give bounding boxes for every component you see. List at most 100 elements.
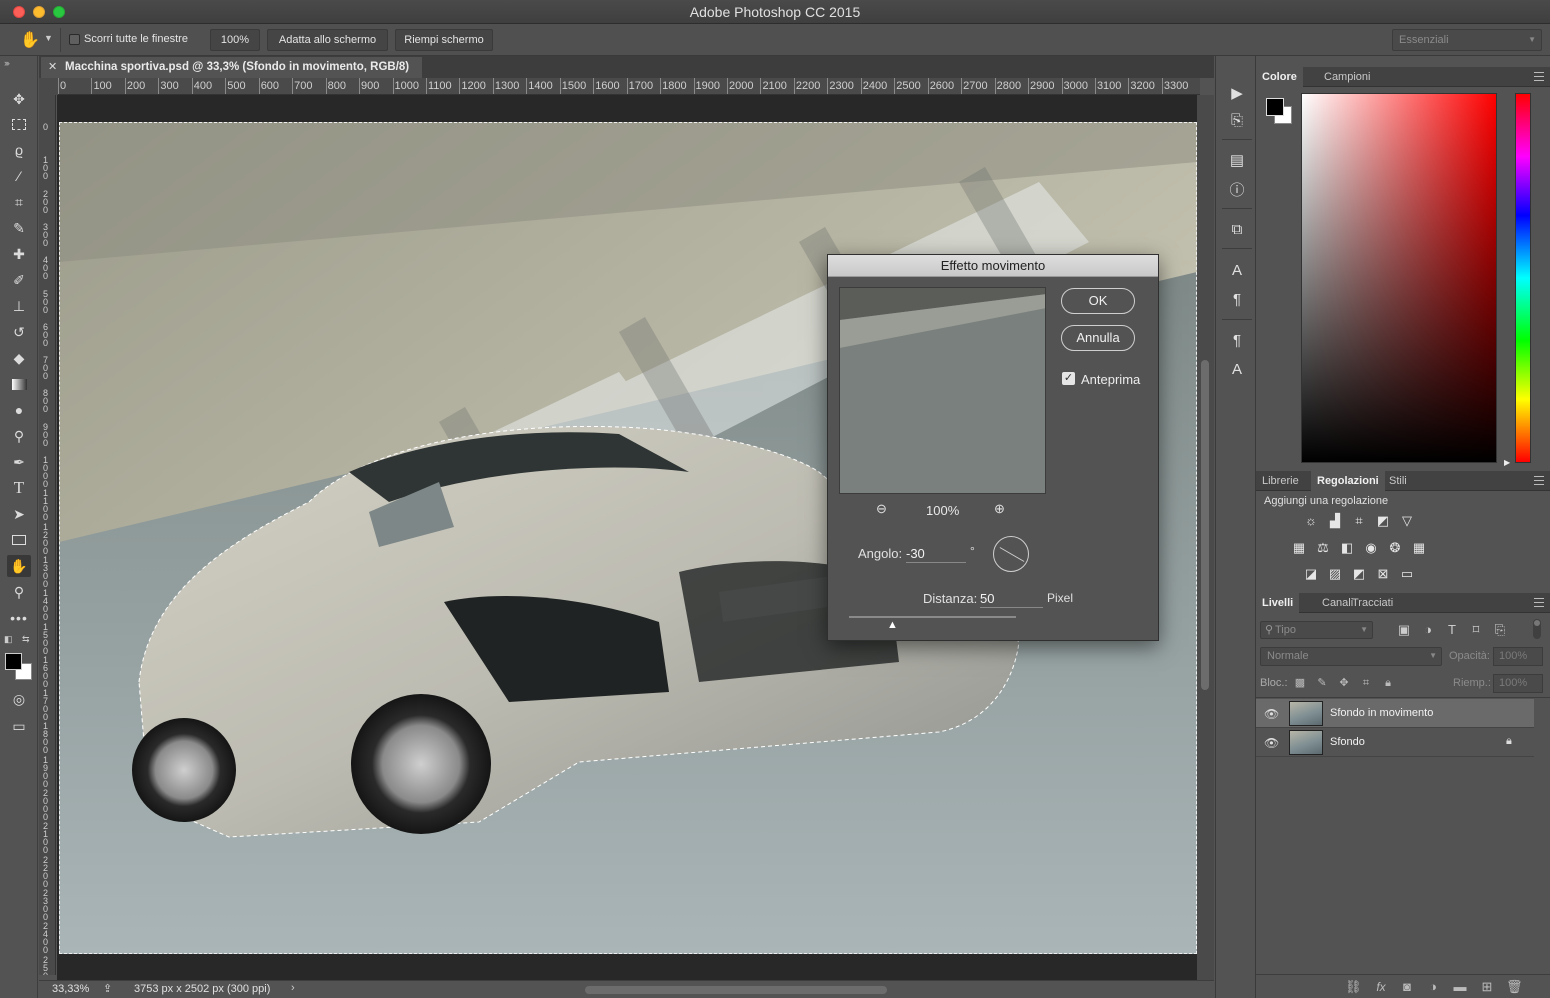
gradient-tool-icon[interactable] — [7, 373, 31, 395]
history-icon[interactable]: ⎘ — [1226, 109, 1248, 131]
hue-slider-marker-icon[interactable]: ▶ — [1504, 458, 1510, 467]
distance-slider-thumb[interactable]: ▲ — [887, 619, 898, 631]
paragraph-styles-icon[interactable]: ¶ — [1226, 329, 1248, 351]
gradient-map-icon[interactable]: ▭ — [1399, 566, 1415, 582]
eraser-tool-icon[interactable]: ◆ — [7, 347, 31, 369]
fill-field[interactable]: 100% — [1493, 674, 1543, 693]
vertical-ruler[interactable]: 0 100 200 300 400 500 600 700 800 900 1000 1100 1200… — [39, 95, 56, 975]
scrollbar-thumb[interactable] — [1201, 360, 1209, 690]
eyedropper-tool-icon[interactable]: ✎ — [7, 217, 31, 239]
visibility-eye-icon[interactable]: 👁︎ — [1264, 707, 1279, 721]
black-white-icon[interactable]: ◧ — [1339, 540, 1355, 556]
lasso-tool-icon[interactable]: ϱ — [7, 139, 31, 161]
history-brush-tool-icon[interactable]: ↺ — [7, 321, 31, 343]
hue-saturation-icon[interactable]: ▦ — [1291, 540, 1307, 556]
share-icon[interactable]: ⇪ — [103, 982, 112, 995]
opacity-field[interactable]: 100% — [1493, 647, 1543, 666]
lock-pixels-icon[interactable]: ✎ — [1314, 675, 1330, 691]
marquee-tool-icon[interactable] — [7, 113, 31, 135]
brightness-icon[interactable]: ☼ — [1303, 513, 1319, 529]
clone-source-icon[interactable]: ⧉ — [1226, 218, 1248, 240]
preview-checkbox[interactable]: ✓ — [1062, 372, 1075, 385]
filter-type-icon[interactable]: T — [1444, 622, 1460, 638]
zoom-tool-icon[interactable]: ⚲ — [7, 581, 31, 603]
tab-librerie[interactable]: Librerie — [1256, 471, 1305, 491]
levels-icon[interactable]: ▟ — [1327, 513, 1343, 529]
character-icon[interactable]: A — [1226, 259, 1248, 281]
curves-icon[interactable]: ⌗ — [1351, 513, 1367, 529]
tab-regolazioni[interactable]: Regolazioni — [1311, 471, 1385, 491]
zoom-in-icon[interactable]: ⊕ — [994, 501, 1005, 517]
visibility-eye-icon[interactable]: 👁︎ — [1264, 736, 1279, 750]
workspace-select[interactable]: Essenziali ▼ — [1392, 29, 1542, 51]
filter-adjustment-icon[interactable]: ◑ — [1420, 622, 1436, 638]
hand-tool-preset-icon[interactable]: ✋ — [20, 30, 40, 50]
tab-colore[interactable]: Colore — [1256, 67, 1303, 87]
layer-name[interactable]: Sfondo — [1330, 736, 1365, 748]
document-tab[interactable]: ✕ Macchina sportiva.psd @ 33,3% (Sfondo … — [41, 57, 422, 78]
zoom-out-icon[interactable]: ⊖ — [876, 501, 887, 517]
collapse-left-icon[interactable]: » — [4, 58, 9, 68]
new-adjustment-layer-icon[interactable]: ◑ — [1425, 979, 1441, 995]
crop-tool-icon[interactable]: ⌗ — [7, 191, 31, 213]
scroll-all-checkbox[interactable] — [69, 34, 80, 45]
chevron-right-icon[interactable]: › — [291, 982, 295, 994]
blur-tool-icon[interactable]: ● — [7, 399, 31, 421]
color-balance-icon[interactable]: ⚖ — [1315, 540, 1331, 556]
color-foreground-swatch[interactable] — [1266, 98, 1284, 116]
angle-dial[interactable] — [993, 536, 1029, 572]
stamp-tool-icon[interactable]: ⊥ — [7, 295, 31, 317]
zoom-level[interactable]: 33,33% — [52, 983, 89, 995]
adjust-panel-menu-icon[interactable] — [1534, 476, 1544, 485]
tab-campioni[interactable]: Campioni — [1318, 67, 1376, 87]
dialog-title[interactable]: Effetto movimento — [828, 255, 1158, 277]
threshold-icon[interactable]: ◩ — [1351, 566, 1367, 582]
ok-button[interactable]: OK — [1061, 288, 1135, 314]
vibrance-icon[interactable]: ▽ — [1399, 513, 1415, 529]
invert-icon[interactable]: ◪ — [1303, 566, 1319, 582]
magic-wand-tool-icon[interactable]: ⁄ — [7, 165, 31, 187]
brush-tool-icon[interactable]: ✐ — [7, 269, 31, 291]
horizontal-scrollbar-thumb[interactable] — [585, 986, 887, 994]
play-actions-icon[interactable]: ▶ — [1226, 82, 1248, 104]
layer-row[interactable]: 👁︎ Sfondo 🔒︎ — [1256, 728, 1534, 757]
filter-toggle[interactable] — [1533, 619, 1541, 639]
color-lookup-icon[interactable]: ▦ — [1411, 540, 1427, 556]
paragraph-icon[interactable]: ¶ — [1226, 288, 1248, 310]
dodge-tool-icon[interactable]: ⚲ — [7, 425, 31, 447]
lock-all-icon[interactable]: 🔒︎ — [1380, 675, 1396, 691]
move-tool-icon[interactable]: ✥ — [7, 88, 31, 110]
filter-pixel-icon[interactable]: ▣ — [1396, 622, 1412, 638]
default-colors-icon[interactable]: ◧ — [4, 634, 13, 645]
new-group-icon[interactable]: ▬ — [1452, 979, 1468, 995]
info-icon[interactable]: ⓘ — [1226, 178, 1248, 200]
properties-icon[interactable]: ▤ — [1226, 149, 1248, 171]
selective-color-icon[interactable]: ⊠ — [1375, 566, 1391, 582]
type-tool-icon[interactable]: T — [7, 477, 31, 499]
swap-colors-icon[interactable]: ⇆ — [22, 634, 30, 645]
screen-mode-icon[interactable]: ▭ — [7, 715, 31, 737]
preview-window[interactable] — [839, 287, 1046, 494]
hue-slider[interactable] — [1515, 93, 1531, 463]
lock-transparent-icon[interactable]: ▩ — [1292, 675, 1308, 691]
angle-input[interactable]: -30 — [906, 545, 966, 563]
horizontal-ruler[interactable]: 0 100 200 300 400 500 600 700 800 900 1000 1100 1200… — [58, 78, 1200, 95]
blend-mode-select[interactable]: Normale ▼ — [1260, 647, 1442, 666]
layer-name[interactable]: Sfondo in movimento — [1330, 707, 1433, 719]
cancel-button[interactable]: Annulla — [1061, 325, 1135, 351]
fit-screen-button[interactable]: Adatta allo schermo — [267, 29, 388, 51]
layer-filter-select[interactable]: ⚲ Tipo ▼ — [1260, 621, 1373, 639]
layer-style-icon[interactable]: fx — [1373, 979, 1389, 995]
lock-artboard-icon[interactable]: ⌗ — [1358, 675, 1374, 691]
photo-filter-icon[interactable]: ◉ — [1363, 540, 1379, 556]
quick-mask-icon[interactable]: ◎ — [7, 688, 31, 710]
close-tab-icon[interactable]: ✕ — [48, 60, 57, 73]
tab-stili[interactable]: Stili — [1383, 471, 1413, 491]
pen-tool-icon[interactable]: ✒ — [7, 451, 31, 473]
path-selection-tool-icon[interactable]: ➤ — [7, 503, 31, 525]
healing-brush-tool-icon[interactable]: ✚ — [7, 243, 31, 265]
filter-smart-object-icon[interactable]: ⎘ — [1492, 622, 1508, 638]
layer-row[interactable]: 👁︎ Sfondo in movimento — [1256, 699, 1534, 728]
distance-input[interactable]: 50 — [980, 590, 1043, 608]
fill-screen-button[interactable]: Riempi schermo — [395, 29, 493, 51]
